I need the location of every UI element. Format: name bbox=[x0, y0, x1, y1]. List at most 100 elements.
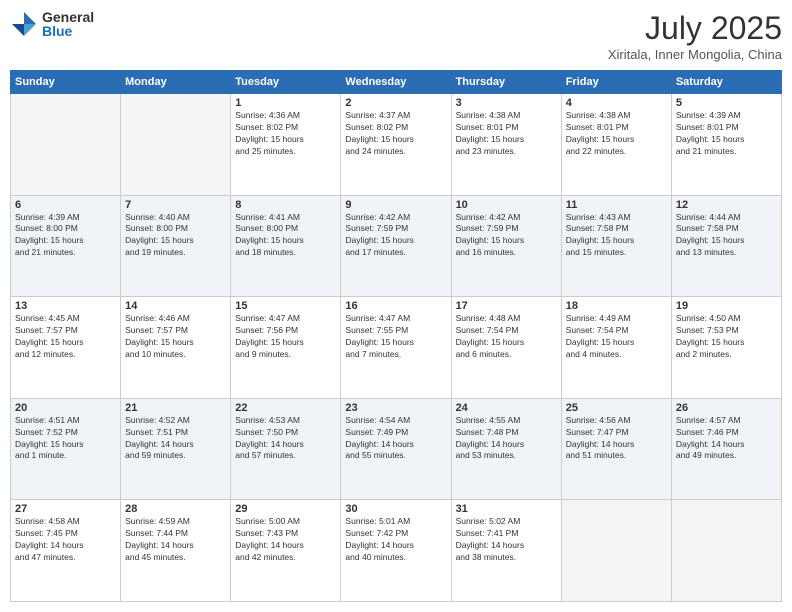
day-info: Sunrise: 4:42 AM Sunset: 7:59 PM Dayligh… bbox=[456, 212, 557, 260]
day-number: 23 bbox=[345, 402, 446, 414]
day-info: Sunrise: 5:02 AM Sunset: 7:41 PM Dayligh… bbox=[456, 516, 557, 564]
day-number: 13 bbox=[15, 300, 116, 312]
table-row: 26Sunrise: 4:57 AM Sunset: 7:46 PM Dayli… bbox=[671, 398, 781, 500]
day-info: Sunrise: 4:47 AM Sunset: 7:55 PM Dayligh… bbox=[345, 313, 446, 361]
logo-blue: Blue bbox=[42, 24, 94, 38]
day-info: Sunrise: 4:54 AM Sunset: 7:49 PM Dayligh… bbox=[345, 415, 446, 463]
day-info: Sunrise: 4:53 AM Sunset: 7:50 PM Dayligh… bbox=[235, 415, 336, 463]
calendar-week-4: 20Sunrise: 4:51 AM Sunset: 7:52 PM Dayli… bbox=[11, 398, 782, 500]
day-info: Sunrise: 4:55 AM Sunset: 7:48 PM Dayligh… bbox=[456, 415, 557, 463]
table-row: 17Sunrise: 4:48 AM Sunset: 7:54 PM Dayli… bbox=[451, 297, 561, 399]
day-info: Sunrise: 4:57 AM Sunset: 7:46 PM Dayligh… bbox=[676, 415, 777, 463]
day-number: 25 bbox=[566, 402, 667, 414]
col-saturday: Saturday bbox=[671, 71, 781, 94]
header-row: Sunday Monday Tuesday Wednesday Thursday… bbox=[11, 71, 782, 94]
day-info: Sunrise: 4:38 AM Sunset: 8:01 PM Dayligh… bbox=[456, 110, 557, 158]
day-info: Sunrise: 4:49 AM Sunset: 7:54 PM Dayligh… bbox=[566, 313, 667, 361]
table-row: 29Sunrise: 5:00 AM Sunset: 7:43 PM Dayli… bbox=[231, 500, 341, 602]
day-info: Sunrise: 4:48 AM Sunset: 7:54 PM Dayligh… bbox=[456, 313, 557, 361]
day-info: Sunrise: 4:51 AM Sunset: 7:52 PM Dayligh… bbox=[15, 415, 116, 463]
table-row: 28Sunrise: 4:59 AM Sunset: 7:44 PM Dayli… bbox=[121, 500, 231, 602]
table-row: 20Sunrise: 4:51 AM Sunset: 7:52 PM Dayli… bbox=[11, 398, 121, 500]
day-info: Sunrise: 4:58 AM Sunset: 7:45 PM Dayligh… bbox=[15, 516, 116, 564]
table-row bbox=[11, 94, 121, 196]
col-friday: Friday bbox=[561, 71, 671, 94]
logo: General Blue bbox=[10, 10, 94, 38]
day-info: Sunrise: 4:39 AM Sunset: 8:00 PM Dayligh… bbox=[15, 212, 116, 260]
table-row: 31Sunrise: 5:02 AM Sunset: 7:41 PM Dayli… bbox=[451, 500, 561, 602]
day-info: Sunrise: 5:00 AM Sunset: 7:43 PM Dayligh… bbox=[235, 516, 336, 564]
calendar-week-3: 13Sunrise: 4:45 AM Sunset: 7:57 PM Dayli… bbox=[11, 297, 782, 399]
table-row: 16Sunrise: 4:47 AM Sunset: 7:55 PM Dayli… bbox=[341, 297, 451, 399]
day-number: 14 bbox=[125, 300, 226, 312]
day-info: Sunrise: 4:41 AM Sunset: 8:00 PM Dayligh… bbox=[235, 212, 336, 260]
table-row bbox=[561, 500, 671, 602]
day-number: 15 bbox=[235, 300, 336, 312]
table-row: 19Sunrise: 4:50 AM Sunset: 7:53 PM Dayli… bbox=[671, 297, 781, 399]
table-row: 4Sunrise: 4:38 AM Sunset: 8:01 PM Daylig… bbox=[561, 94, 671, 196]
day-info: Sunrise: 4:39 AM Sunset: 8:01 PM Dayligh… bbox=[676, 110, 777, 158]
calendar-week-1: 1Sunrise: 4:36 AM Sunset: 8:02 PM Daylig… bbox=[11, 94, 782, 196]
col-sunday: Sunday bbox=[11, 71, 121, 94]
col-thursday: Thursday bbox=[451, 71, 561, 94]
day-info: Sunrise: 4:46 AM Sunset: 7:57 PM Dayligh… bbox=[125, 313, 226, 361]
day-number: 5 bbox=[676, 97, 777, 109]
calendar-table: Sunday Monday Tuesday Wednesday Thursday… bbox=[10, 70, 782, 602]
table-row: 6Sunrise: 4:39 AM Sunset: 8:00 PM Daylig… bbox=[11, 195, 121, 297]
page: General Blue July 2025 Xiritala, Inner M… bbox=[0, 0, 792, 612]
table-row: 22Sunrise: 4:53 AM Sunset: 7:50 PM Dayli… bbox=[231, 398, 341, 500]
day-number: 20 bbox=[15, 402, 116, 414]
table-row: 14Sunrise: 4:46 AM Sunset: 7:57 PM Dayli… bbox=[121, 297, 231, 399]
day-info: Sunrise: 4:38 AM Sunset: 8:01 PM Dayligh… bbox=[566, 110, 667, 158]
day-number: 8 bbox=[235, 199, 336, 211]
day-number: 2 bbox=[345, 97, 446, 109]
day-info: Sunrise: 4:43 AM Sunset: 7:58 PM Dayligh… bbox=[566, 212, 667, 260]
logo-general: General bbox=[42, 10, 94, 24]
day-number: 29 bbox=[235, 503, 336, 515]
col-monday: Monday bbox=[121, 71, 231, 94]
day-info: Sunrise: 4:56 AM Sunset: 7:47 PM Dayligh… bbox=[566, 415, 667, 463]
table-row: 18Sunrise: 4:49 AM Sunset: 7:54 PM Dayli… bbox=[561, 297, 671, 399]
day-number: 7 bbox=[125, 199, 226, 211]
title-area: July 2025 Xiritala, Inner Mongolia, Chin… bbox=[608, 10, 782, 62]
day-number: 18 bbox=[566, 300, 667, 312]
table-row: 27Sunrise: 4:58 AM Sunset: 7:45 PM Dayli… bbox=[11, 500, 121, 602]
day-number: 28 bbox=[125, 503, 226, 515]
day-number: 6 bbox=[15, 199, 116, 211]
day-number: 30 bbox=[345, 503, 446, 515]
day-number: 16 bbox=[345, 300, 446, 312]
table-row: 25Sunrise: 4:56 AM Sunset: 7:47 PM Dayli… bbox=[561, 398, 671, 500]
day-number: 24 bbox=[456, 402, 557, 414]
day-info: Sunrise: 4:50 AM Sunset: 7:53 PM Dayligh… bbox=[676, 313, 777, 361]
day-number: 9 bbox=[345, 199, 446, 211]
logo-icon bbox=[10, 10, 38, 38]
table-row: 12Sunrise: 4:44 AM Sunset: 7:58 PM Dayli… bbox=[671, 195, 781, 297]
day-info: Sunrise: 4:36 AM Sunset: 8:02 PM Dayligh… bbox=[235, 110, 336, 158]
day-number: 11 bbox=[566, 199, 667, 211]
table-row: 13Sunrise: 4:45 AM Sunset: 7:57 PM Dayli… bbox=[11, 297, 121, 399]
calendar-week-5: 27Sunrise: 4:58 AM Sunset: 7:45 PM Dayli… bbox=[11, 500, 782, 602]
table-row: 11Sunrise: 4:43 AM Sunset: 7:58 PM Dayli… bbox=[561, 195, 671, 297]
day-info: Sunrise: 5:01 AM Sunset: 7:42 PM Dayligh… bbox=[345, 516, 446, 564]
day-info: Sunrise: 4:37 AM Sunset: 8:02 PM Dayligh… bbox=[345, 110, 446, 158]
day-info: Sunrise: 4:47 AM Sunset: 7:56 PM Dayligh… bbox=[235, 313, 336, 361]
table-row: 10Sunrise: 4:42 AM Sunset: 7:59 PM Dayli… bbox=[451, 195, 561, 297]
day-number: 27 bbox=[15, 503, 116, 515]
day-info: Sunrise: 4:42 AM Sunset: 7:59 PM Dayligh… bbox=[345, 212, 446, 260]
day-number: 26 bbox=[676, 402, 777, 414]
table-row: 9Sunrise: 4:42 AM Sunset: 7:59 PM Daylig… bbox=[341, 195, 451, 297]
day-number: 3 bbox=[456, 97, 557, 109]
header: General Blue July 2025 Xiritala, Inner M… bbox=[10, 10, 782, 62]
month-title: July 2025 bbox=[608, 10, 782, 47]
day-info: Sunrise: 4:52 AM Sunset: 7:51 PM Dayligh… bbox=[125, 415, 226, 463]
table-row: 24Sunrise: 4:55 AM Sunset: 7:48 PM Dayli… bbox=[451, 398, 561, 500]
col-tuesday: Tuesday bbox=[231, 71, 341, 94]
day-number: 21 bbox=[125, 402, 226, 414]
col-wednesday: Wednesday bbox=[341, 71, 451, 94]
day-number: 1 bbox=[235, 97, 336, 109]
day-info: Sunrise: 4:40 AM Sunset: 8:00 PM Dayligh… bbox=[125, 212, 226, 260]
logo-text: General Blue bbox=[42, 10, 94, 38]
day-number: 17 bbox=[456, 300, 557, 312]
day-number: 31 bbox=[456, 503, 557, 515]
calendar-week-2: 6Sunrise: 4:39 AM Sunset: 8:00 PM Daylig… bbox=[11, 195, 782, 297]
